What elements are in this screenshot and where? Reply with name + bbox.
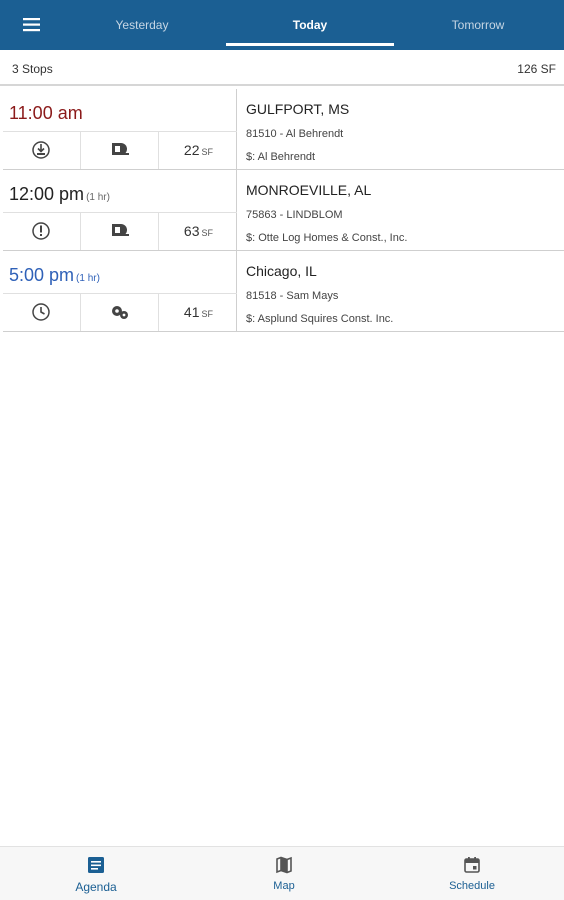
map-icon [276, 856, 292, 874]
status-cell [3, 294, 81, 331]
stop-icons-row: 63 SF [3, 213, 237, 250]
stop-card[interactable]: 11:00 am 22 SF GULFPORT, MS 81510 - Al B… [3, 89, 564, 170]
nav-agenda-label: Agenda [75, 880, 117, 894]
square-feet-cell: 22 SF [159, 132, 237, 169]
calendar-icon [464, 857, 480, 873]
stop-icons-row: 22 SF [3, 132, 237, 169]
stop-job: 81518 - Sam Mays [246, 290, 339, 302]
stops-summary: 3 Stops 126 SF [0, 50, 564, 86]
square-feet: 41 SF [184, 304, 213, 320]
type-cell [81, 132, 159, 169]
type-cell [81, 213, 159, 250]
nav-schedule-label: Schedule [449, 880, 495, 892]
square-feet-unit: SF [201, 309, 213, 319]
stop-time: 11:00 am [9, 103, 83, 124]
stop-time-text: 5:00 pm [9, 265, 75, 285]
stop-icons-row: 41 SF [3, 294, 237, 331]
top-app-bar: Yesterday Today Tomorrow [0, 0, 564, 50]
stop-customer: $: Otte Log Homes & Const., Inc. [246, 232, 408, 244]
clock-down-arrow-icon [32, 141, 50, 159]
stop-city: GULFPORT, MS [246, 101, 350, 117]
nav-agenda[interactable]: Agenda [2, 847, 190, 900]
tape-measure-icon [112, 143, 129, 155]
stop-time-row: 11:00 am [3, 89, 237, 132]
stops-count: 3 Stops [12, 62, 53, 76]
bottom-navigation: Agenda Map Schedule [0, 846, 564, 900]
nav-schedule[interactable]: Schedule [378, 847, 564, 900]
stop-details: MONROEVILLE, AL 75863 - LINDBLOM $: Otte… [246, 170, 564, 250]
stop-card[interactable]: 5:00 pm (1 hr) 41 SF Chicago, IL 81518 -… [3, 251, 564, 332]
stop-details: GULFPORT, MS 81510 - Al Behrendt $: Al B… [246, 89, 564, 169]
hamburger-menu-icon [23, 18, 40, 32]
stop-duration: (1 hr) [76, 273, 100, 284]
stop-card[interactable]: 12:00 pm (1 hr) 63 SF MONROEVILLE, AL 75… [3, 170, 564, 251]
stop-left-panel: 12:00 pm (1 hr) 63 SF [3, 170, 237, 250]
stop-time-text: 11:00 am [9, 103, 83, 123]
stop-city: Chicago, IL [246, 263, 317, 279]
square-feet: 63 SF [184, 223, 213, 239]
status-cell [3, 213, 81, 250]
menu-button[interactable] [13, 13, 51, 37]
stop-customer: $: Asplund Squires Const. Inc. [246, 313, 394, 325]
type-cell [81, 294, 159, 331]
total-square-feet: 126 SF [517, 62, 556, 76]
stop-time: 12:00 pm (1 hr) [9, 184, 110, 205]
active-tab-indicator [226, 43, 394, 46]
stop-time: 5:00 pm (1 hr) [9, 265, 100, 286]
nav-map-label: Map [273, 880, 295, 892]
square-feet-cell: 41 SF [159, 294, 237, 331]
clock-icon [32, 303, 50, 321]
square-feet-value: 41 [183, 304, 200, 320]
stop-time-row: 5:00 pm (1 hr) [3, 251, 237, 294]
gears-icon [112, 306, 128, 319]
stop-job: 81510 - Al Behrendt [246, 128, 344, 140]
tab-yesterday[interactable]: Yesterday [58, 0, 226, 50]
agenda-icon [88, 857, 104, 873]
stop-time-row: 12:00 pm (1 hr) [3, 170, 237, 213]
square-feet-value: 63 [183, 223, 200, 239]
square-feet-unit: SF [201, 228, 213, 238]
stop-duration: (1 hr) [86, 192, 110, 203]
stop-time-text: 12:00 pm [9, 184, 85, 204]
tape-measure-icon [112, 224, 129, 236]
exclamation-circle-icon [32, 222, 50, 240]
nav-map[interactable]: Map [190, 847, 378, 900]
square-feet-value: 22 [183, 142, 200, 158]
stop-customer: $: Al Behrendt [246, 151, 316, 163]
stop-details: Chicago, IL 81518 - Sam Mays $: Asplund … [246, 251, 564, 331]
square-feet-cell: 63 SF [159, 213, 237, 250]
square-feet-unit: SF [201, 147, 213, 157]
stop-city: MONROEVILLE, AL [246, 182, 372, 198]
square-feet: 22 SF [184, 142, 213, 158]
stop-left-panel: 5:00 pm (1 hr) 41 SF [3, 251, 237, 331]
tab-tomorrow[interactable]: Tomorrow [394, 0, 562, 50]
stop-job: 75863 - LINDBLOM [246, 209, 343, 221]
status-cell [3, 132, 81, 169]
stop-left-panel: 11:00 am 22 SF [3, 89, 237, 169]
